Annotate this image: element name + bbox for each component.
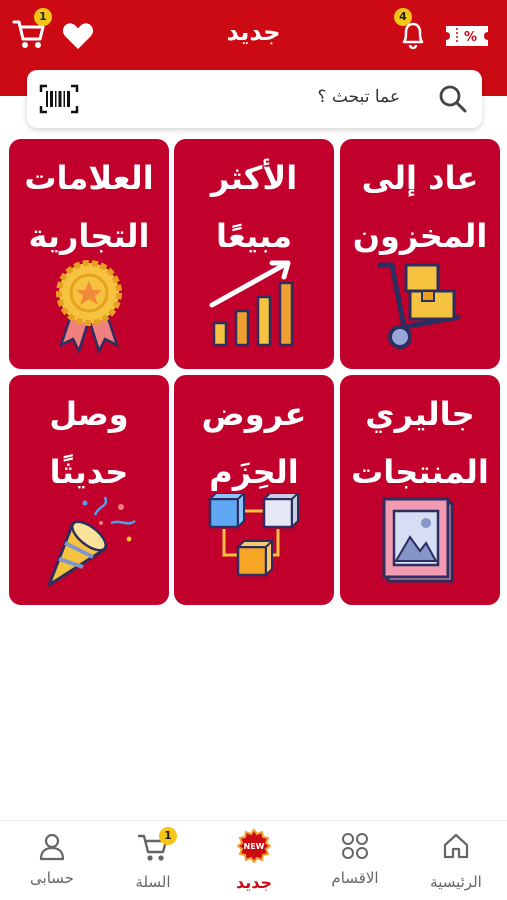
tile-title-line1: جاليري: [365, 395, 475, 433]
cart-count-badge: 1: [159, 827, 177, 845]
svg-text:%: %: [464, 30, 477, 45]
search-input[interactable]: عما تبحث ؟: [317, 87, 400, 107]
bar-chart-growth-icon: [209, 260, 294, 347]
barcode-scan-icon[interactable]: [39, 84, 79, 114]
bottom-navigation: الرئيسية الاقسام NEW جديد 1 السلة حسابى: [0, 820, 507, 900]
search-icon[interactable]: [438, 84, 468, 114]
tile-new-arrivals[interactable]: وصل حديثًا: [9, 375, 169, 605]
coupons-button[interactable]: %: [444, 24, 490, 52]
page-title: جديد: [226, 18, 281, 46]
search-bar[interactable]: عما تبحث ؟: [27, 70, 482, 128]
nav-label: السلة: [135, 873, 171, 891]
nav-label: جديد: [235, 873, 273, 892]
tile-title-line1: عاد إلى: [361, 159, 479, 197]
tile-best-sellers[interactable]: الأكثر مبيعًا: [174, 139, 334, 369]
tile-title-line1: وصل: [49, 395, 129, 433]
new-badge-text: NEW: [244, 842, 265, 851]
new-badge-icon: NEW: [236, 828, 272, 864]
award-badge-icon: [56, 260, 122, 355]
tile-title-line1: العلامات: [24, 159, 154, 197]
nav-item-cart[interactable]: 1 السلة: [103, 827, 203, 891]
user-icon: [39, 833, 65, 861]
tile-title-line1: عروض: [201, 395, 307, 433]
nav-label: الاقسام: [331, 869, 379, 887]
tile-product-gallery[interactable]: جاليري المنتجات: [340, 375, 500, 605]
nav-item-account[interactable]: حسابى: [2, 827, 102, 887]
grid-icon: [342, 833, 368, 859]
home-icon: [443, 833, 469, 859]
notifications-count-badge: 4: [394, 8, 412, 26]
nav-item-home[interactable]: الرئيسية: [406, 827, 506, 891]
connected-cubes-icon: [207, 493, 300, 578]
nav-label: حسابى: [30, 869, 74, 887]
nav-item-new[interactable]: NEW جديد: [204, 827, 304, 892]
tile-back-in-stock[interactable]: عاد إلى المخزون: [340, 139, 500, 369]
party-popper-icon: [47, 496, 136, 587]
tile-title-line1: الأكثر: [210, 159, 298, 197]
nav-label: الرئيسية: [430, 873, 482, 891]
picture-frame-icon: [382, 497, 454, 583]
coupon-icon: %: [446, 26, 488, 46]
tile-bundle-offers[interactable]: عروض الحِزَم: [174, 375, 334, 605]
notifications-button[interactable]: 4: [394, 8, 428, 54]
hand-truck-icon: [377, 262, 461, 349]
tile-brands[interactable]: العلامات التجارية: [9, 139, 169, 369]
nav-item-categories[interactable]: الاقسام: [305, 827, 405, 887]
